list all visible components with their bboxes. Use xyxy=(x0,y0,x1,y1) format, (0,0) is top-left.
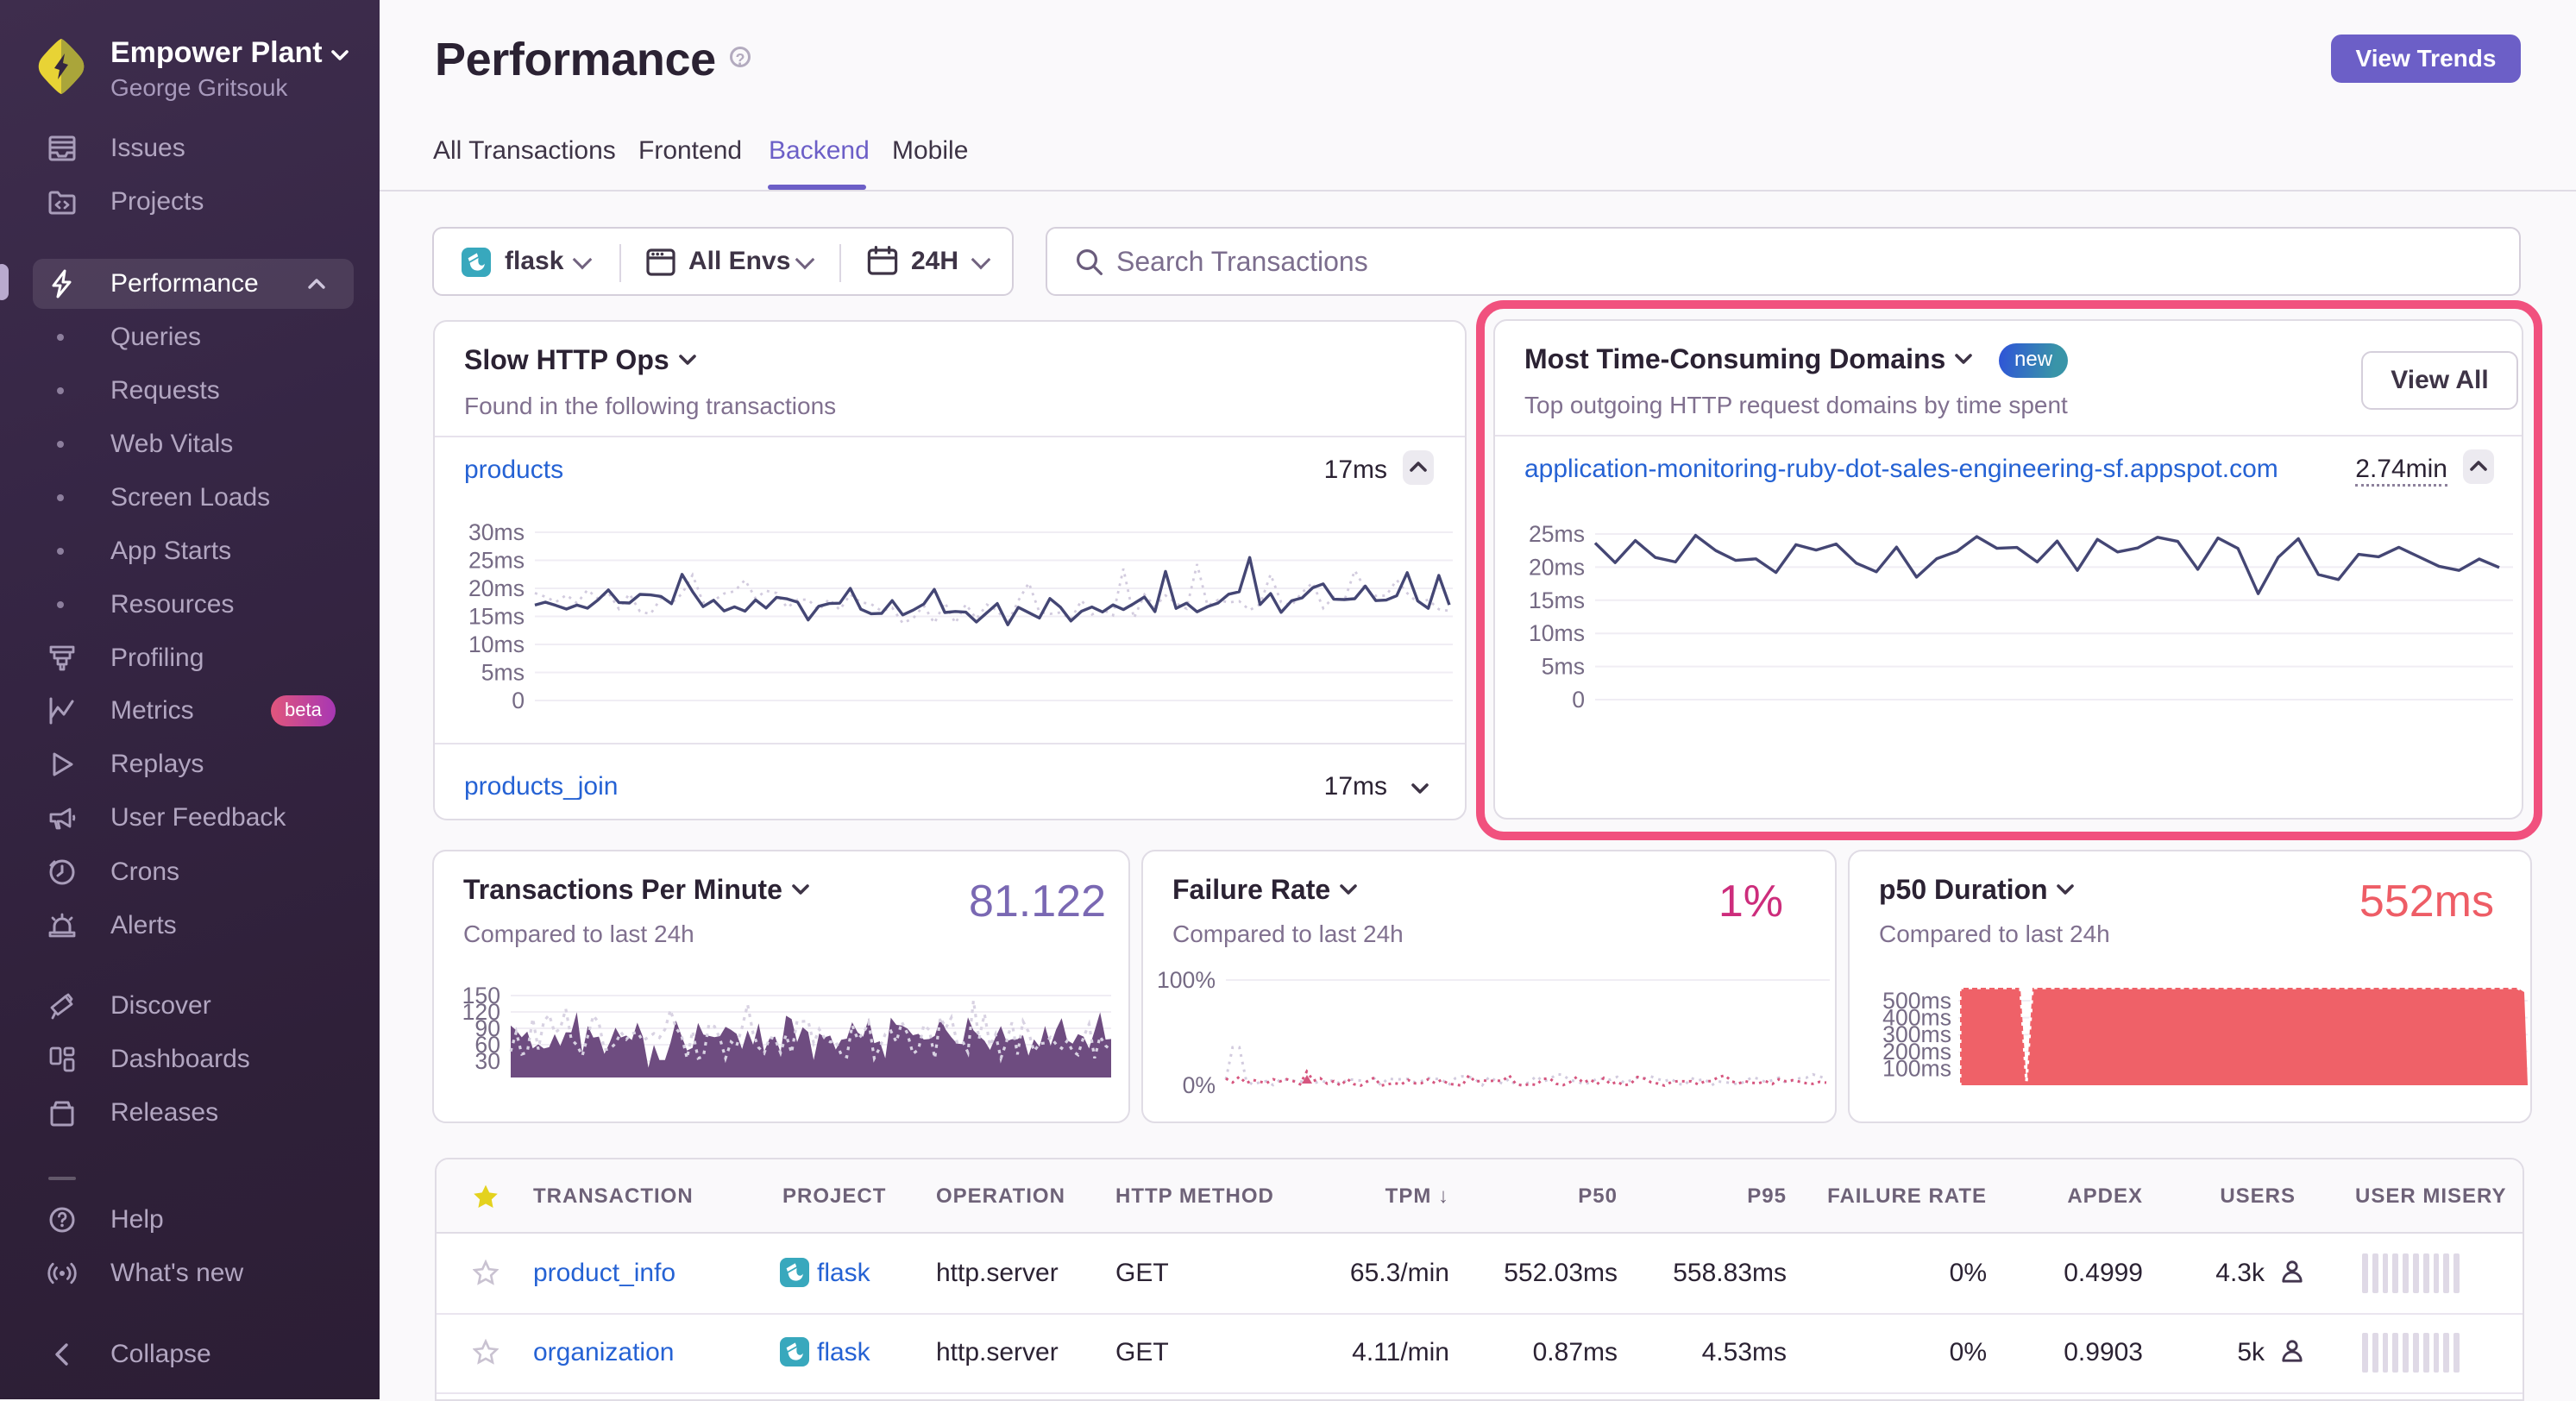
svg-text:30ms: 30ms xyxy=(468,519,525,545)
svg-text:100%: 100% xyxy=(1157,968,1216,993)
svg-text:5ms: 5ms xyxy=(481,659,525,685)
svg-text:25ms: 25ms xyxy=(468,547,525,573)
svg-text:0%: 0% xyxy=(1183,1072,1216,1098)
svg-text:0: 0 xyxy=(512,688,525,713)
svg-text:20ms: 20ms xyxy=(468,575,525,601)
svg-text:30: 30 xyxy=(474,1048,500,1074)
svg-text:100ms: 100ms xyxy=(1882,1055,1951,1081)
svg-text:10ms: 10ms xyxy=(468,631,525,657)
svg-text:15ms: 15ms xyxy=(468,603,525,629)
